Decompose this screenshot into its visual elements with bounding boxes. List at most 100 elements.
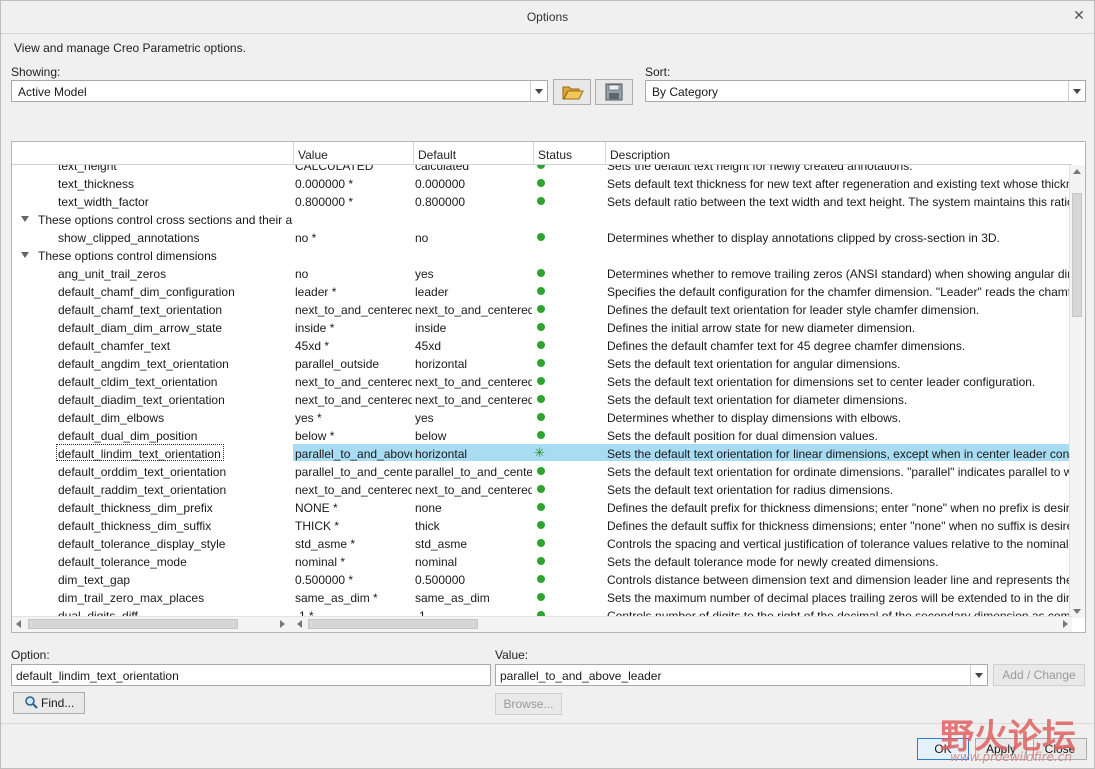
dialog-subtitle: View and manage Creo Parametric options. <box>14 41 246 55</box>
table-row[interactable]: default_tolerance_mode nominal * nominal Se… <box>12 552 1072 570</box>
table-row[interactable]: text_width_factor 0.800000 * 0.800000 Sets … <box>12 192 1072 210</box>
table-row[interactable]: default_dual_dim_position below * below Set… <box>12 426 1072 444</box>
option-name: text_height <box>58 165 117 173</box>
detail-scroll-thumb[interactable] <box>308 619 478 629</box>
green-dot-icon <box>537 575 545 583</box>
expand-triangle-icon[interactable] <box>21 216 29 222</box>
table-header: Value Default Status Description <box>12 142 1072 165</box>
table-row[interactable]: default_thickness_dim_prefix NONE * none De… <box>12 498 1072 516</box>
table-row[interactable]: default_chamf_text_orientation next_to_an… <box>12 300 1072 318</box>
option-default: 0.000000 <box>415 177 466 191</box>
green-dot-icon <box>537 165 545 169</box>
option-name: text_width_factor <box>58 195 149 209</box>
find-button[interactable]: Find... <box>13 692 85 714</box>
option-description: Defines the initial arrow state for new … <box>607 321 916 335</box>
open-button[interactable] <box>553 79 591 105</box>
table-row[interactable]: default_diam_dim_arrow_state inside * insi… <box>12 318 1072 336</box>
option-value: CALCULATED <box>295 165 374 173</box>
category-row[interactable]: These options control dimensions <box>12 246 1072 264</box>
option-description: Sets the default tolerance mode for newl… <box>607 555 939 569</box>
option-value: std_asme * <box>295 537 356 551</box>
option-name: dim_trail_zero_max_places <box>58 591 205 605</box>
option-value: next_to_and_centered <box>295 375 412 389</box>
table-row[interactable]: default_lindim_text_orientation parallel_… <box>12 444 1072 462</box>
showing-select[interactable]: Active Model <box>11 80 548 102</box>
option-default: no <box>415 231 429 245</box>
option-description: Sets default ratio between the text widt… <box>607 195 1070 209</box>
add-change-button[interactable]: Add / Change <box>993 664 1085 686</box>
chevron-down-icon[interactable] <box>1068 81 1085 101</box>
column-divider[interactable] <box>605 142 606 164</box>
find-button-label: Find... <box>40 696 75 710</box>
option-default: yes <box>415 411 434 425</box>
scroll-right-icon[interactable] <box>280 620 285 628</box>
horizontal-scrollbar[interactable] <box>12 616 1072 632</box>
column-divider[interactable] <box>413 142 414 164</box>
option-value: inside * <box>295 321 335 335</box>
table-row[interactable]: text_thickness 0.000000 * 0.000000 Sets def… <box>12 174 1072 192</box>
chevron-down-icon[interactable] <box>530 81 547 101</box>
green-dot-icon <box>537 233 545 241</box>
option-name: default_dual_dim_position <box>58 429 198 443</box>
chevron-down-icon[interactable] <box>970 665 987 685</box>
option-value: below * <box>295 429 335 443</box>
column-header-status[interactable]: Status <box>538 148 572 162</box>
scroll-left-icon[interactable] <box>297 620 302 628</box>
option-name: default_angdim_text_orientation <box>58 357 229 371</box>
showing-value: Active Model <box>18 85 87 99</box>
table-row[interactable]: show_clipped_annotations no * no Determines… <box>12 228 1072 246</box>
table-row[interactable]: default_thickness_dim_suffix THICK * thick… <box>12 516 1072 534</box>
close-icon[interactable]: ✕ <box>1072 8 1086 22</box>
browse-button[interactable]: Browse... <box>495 693 562 715</box>
save-button[interactable] <box>595 79 633 105</box>
scrollbar-thumb[interactable] <box>1072 193 1082 317</box>
option-name: default_chamf_text_orientation <box>58 303 223 317</box>
green-dot-icon <box>537 395 545 403</box>
table-row[interactable]: default_raddim_text_orientation next_to_a… <box>12 480 1072 498</box>
column-header-default[interactable]: Default <box>418 148 456 162</box>
table-row[interactable]: default_cldim_text_orientation next_to_an… <box>12 372 1072 390</box>
category-label: These options control dimensions <box>38 249 217 263</box>
name-column-scroll-thumb[interactable] <box>28 619 238 629</box>
table-row[interactable]: default_chamfer_text 45xd * 45xd Defines th… <box>12 336 1072 354</box>
option-name: default_thickness_dim_suffix <box>58 519 212 533</box>
option-input[interactable]: default_lindim_text_orientation <box>11 664 491 686</box>
option-value: next_to_and_centered <box>295 483 412 497</box>
scroll-right-icon[interactable] <box>1063 620 1068 628</box>
sort-select[interactable]: By Category <box>645 80 1086 102</box>
option-name: default_tolerance_display_style <box>58 537 226 551</box>
option-description: Defines the default prefix for thickness… <box>607 501 1070 515</box>
scroll-up-icon[interactable] <box>1073 169 1081 174</box>
value-label: Value: <box>495 648 529 662</box>
table-row[interactable]: default_dim_elbows yes * yes Determines whe… <box>12 408 1072 426</box>
expand-triangle-icon[interactable] <box>21 252 29 258</box>
table-row[interactable]: dim_text_gap 0.500000 * 0.500000 Controls d… <box>12 570 1072 588</box>
table-row[interactable]: ang_unit_trail_zeros no yes Determines whet… <box>12 264 1072 282</box>
scroll-left-icon[interactable] <box>16 620 21 628</box>
table-row[interactable]: default_angdim_text_orientation parallel_… <box>12 354 1072 372</box>
table-row[interactable]: default_tolerance_display_style std_asme … <box>12 534 1072 552</box>
column-divider[interactable] <box>293 142 294 164</box>
column-header-value[interactable]: Value <box>298 148 328 162</box>
category-row[interactable]: These options control cross sections and… <box>12 210 1072 228</box>
scroll-down-icon[interactable] <box>1073 609 1081 614</box>
value-select[interactable]: parallel_to_and_above_leader <box>495 664 988 686</box>
green-dot-icon <box>537 593 545 601</box>
table-row[interactable]: default_chamf_dim_configuration leader * l… <box>12 282 1072 300</box>
option-value: THICK * <box>295 519 340 533</box>
table-row[interactable]: text_height CALCULATED calculated Sets the … <box>12 165 1072 174</box>
option-name: default_chamfer_text <box>58 339 171 353</box>
vertical-scrollbar[interactable] <box>1069 165 1085 618</box>
option-value: parallel_to_and_center <box>295 465 412 479</box>
table-row[interactable]: default_diadim_text_orientation next_to_a… <box>12 390 1072 408</box>
option-default: nominal <box>415 555 458 569</box>
value-select-value: parallel_to_and_above_leader <box>500 669 662 683</box>
option-input-value: default_lindim_text_orientation <box>16 669 179 683</box>
column-divider[interactable] <box>533 142 534 164</box>
table-row[interactable]: dim_trail_zero_max_places same_as_dim * sa… <box>12 588 1072 606</box>
table-row[interactable]: default_orddim_text_orientation parallel_… <box>12 462 1072 480</box>
table-body: text_height CALCULATED calculated Sets the … <box>12 165 1072 618</box>
option-value: nominal * <box>295 555 346 569</box>
column-header-description[interactable]: Description <box>610 148 670 162</box>
green-dot-icon <box>537 377 545 385</box>
